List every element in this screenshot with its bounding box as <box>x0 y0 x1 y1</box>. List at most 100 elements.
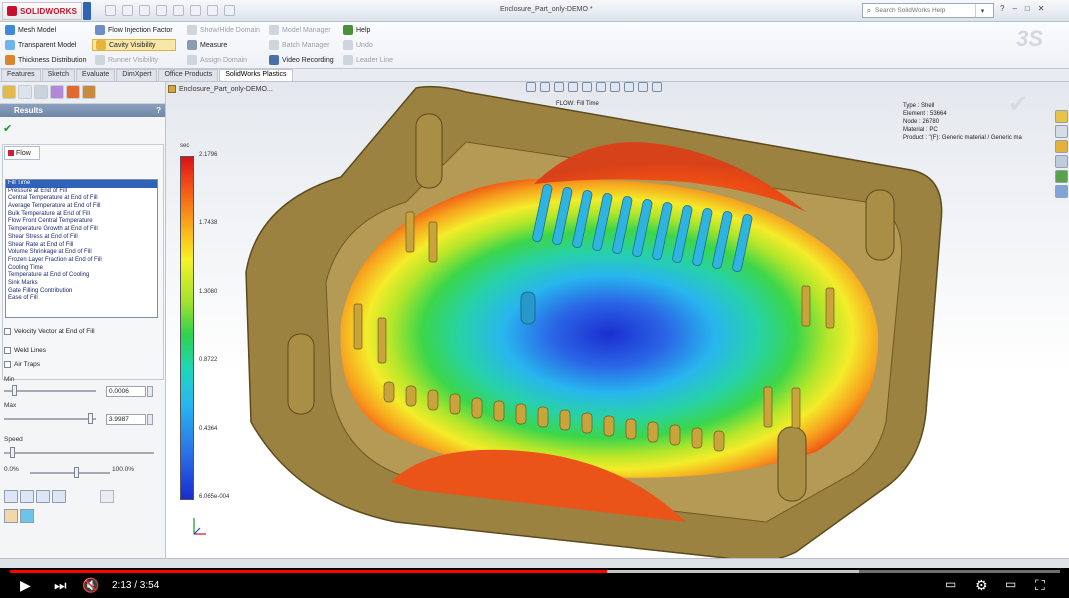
max-value-field[interactable]: 3.9987 <box>106 414 146 425</box>
previous-view-icon[interactable] <box>554 82 564 92</box>
open-icon[interactable] <box>122 5 133 16</box>
graphics-area[interactable]: Enclosure_Part_only-DEMO... FLOW: Fill T… <box>166 82 1069 568</box>
max-slider-thumb[interactable] <box>88 413 93 424</box>
runner-visibility-button[interactable]: Runner Visibility <box>92 54 176 66</box>
edit-appearance-icon[interactable] <box>624 82 634 92</box>
view-palette-icon[interactable] <box>1055 155 1068 168</box>
result-list-item[interactable]: Frozen Layer Fraction at End of Fill <box>6 257 157 265</box>
dimxpert-icon[interactable] <box>50 85 64 99</box>
property-manager-icon[interactable] <box>18 85 32 99</box>
video-progress-bar[interactable] <box>10 570 1060 573</box>
batch-manager-button[interactable]: Batch Manager <box>266 39 337 51</box>
search-dropdown-icon[interactable]: ▾ <box>975 4 989 17</box>
save-animation-icon[interactable] <box>20 509 34 523</box>
tab-dimxpert[interactable]: DimXpert <box>116 69 158 81</box>
fullscreen-icon[interactable]: ⛶ <box>1035 577 1045 594</box>
result-list-item[interactable]: Temperature Growth at End of Fill <box>6 226 157 234</box>
result-list-item[interactable]: Average Temperature at End of Fill <box>6 203 157 211</box>
result-list-item[interactable]: Fill Time <box>6 180 157 188</box>
model-manager-button[interactable]: Model Manager <box>266 24 337 36</box>
animation-progress-thumb[interactable] <box>74 467 79 478</box>
design-library-icon[interactable] <box>1055 125 1068 138</box>
plastics-manager-icon[interactable] <box>66 85 80 99</box>
theater-mode-icon[interactable]: ▭ <box>1005 577 1016 591</box>
measure-button[interactable]: Measure <box>184 39 263 51</box>
result-list-item[interactable]: Bulk Temperature at End of Fill <box>6 211 157 219</box>
custom-properties-icon[interactable] <box>1055 185 1068 198</box>
weld-lines-checkbox[interactable] <box>4 347 11 354</box>
next-icon[interactable]: ⏭ <box>54 577 67 594</box>
speed-slider-thumb[interactable] <box>10 447 15 458</box>
result-list-item[interactable]: Shear Stress at End of Fill <box>6 234 157 242</box>
zoom-to-fit-icon[interactable] <box>526 82 536 92</box>
configuration-icon[interactable] <box>34 85 48 99</box>
flow-injection-factor-button[interactable]: Flow Injection Factor <box>92 24 176 36</box>
loop-animation-icon[interactable] <box>52 490 66 503</box>
help-button[interactable]: Help <box>340 24 396 36</box>
display-manager-icon[interactable] <box>82 85 96 99</box>
select-icon[interactable] <box>190 5 201 16</box>
result-list-item[interactable]: Gate Filling Contribution <box>6 288 157 296</box>
hide-show-icon[interactable] <box>610 82 620 92</box>
section-view-icon[interactable] <box>568 82 578 92</box>
rebuild-icon[interactable] <box>207 5 218 16</box>
zoom-to-area-icon[interactable] <box>540 82 550 92</box>
file-explorer-icon[interactable] <box>1055 140 1068 153</box>
result-list-item[interactable]: Central Temperature at End of Fill <box>6 195 157 203</box>
panel-help-icon[interactable]: ? <box>156 106 161 115</box>
result-list-item[interactable]: Sink Marks <box>6 280 157 288</box>
tab-solidworks-plastics[interactable]: SolidWorks Plastics <box>219 69 293 81</box>
print-icon[interactable] <box>156 5 167 16</box>
view-settings-icon[interactable] <box>652 82 662 92</box>
tab-office-products[interactable]: Office Products <box>158 69 219 81</box>
view-orientation-icon[interactable] <box>582 82 592 92</box>
speed-slider[interactable] <box>4 447 154 458</box>
settings-gear-icon[interactable]: ⚙ <box>975 577 988 594</box>
minimize-icon[interactable]: – <box>1012 4 1016 13</box>
new-icon[interactable] <box>105 5 116 16</box>
result-list-item[interactable]: Cooling Time <box>6 265 157 273</box>
show-hide-domain-button[interactable]: Show/Hide Domain <box>184 24 263 36</box>
thickness-distribution-button[interactable]: Thickness Distribution <box>2 54 89 66</box>
max-spinner[interactable] <box>147 414 153 425</box>
mute-icon[interactable]: 🔇 <box>82 577 99 594</box>
result-list-item[interactable]: Flow Front Central Temperature <box>6 218 157 226</box>
play-animation-icon[interactable] <box>4 490 18 503</box>
tab-evaluate[interactable]: Evaluate <box>76 69 116 81</box>
confirmation-corner-check-icon[interactable]: ✔ <box>1008 90 1028 119</box>
save-icon[interactable] <box>139 5 150 16</box>
resources-icon[interactable] <box>1055 110 1068 123</box>
min-spinner[interactable] <box>147 386 153 397</box>
velocity-vector-option[interactable]: Velocity Vector at End of Fill <box>4 328 95 335</box>
air-traps-checkbox[interactable] <box>4 361 11 368</box>
export-icon[interactable] <box>100 490 114 503</box>
options-icon[interactable] <box>224 5 235 16</box>
feature-tree-node[interactable]: Enclosure_Part_only-DEMO... <box>168 85 273 93</box>
min-value-field[interactable]: 0.0006 <box>106 386 146 397</box>
video-recording-button[interactable]: Video Recording <box>266 54 337 66</box>
search-input[interactable] <box>875 7 975 14</box>
display-style-icon[interactable] <box>596 82 606 92</box>
restore-icon[interactable]: □ <box>1025 4 1030 13</box>
stop-animation-icon[interactable] <box>36 490 50 503</box>
result-list-item[interactable]: Shear Rate at End of Fill <box>6 242 157 250</box>
help-search[interactable]: ⌕ ▾ <box>862 3 994 18</box>
play-icon[interactable]: ▶ <box>20 577 31 594</box>
animation-progress-slider[interactable] <box>30 467 110 478</box>
mesh-model-button[interactable]: Mesh Model <box>2 24 89 36</box>
transparent-model-button[interactable]: Transparent Model <box>2 39 89 51</box>
results-list[interactable]: Fill Time Pressure at End of Fill Central … <box>5 179 158 318</box>
solidworks-logo[interactable]: SOLIDWORKS <box>2 2 82 20</box>
weld-lines-option[interactable]: Weld Lines <box>4 347 46 354</box>
undo-button[interactable]: Undo <box>340 39 396 51</box>
tab-flow[interactable]: Flow <box>4 146 40 160</box>
tab-sketch[interactable]: Sketch <box>41 69 76 81</box>
result-list-item[interactable]: Ease of Fill <box>6 295 157 303</box>
assign-domain-button[interactable]: Assign Domain <box>184 54 263 66</box>
tab-features[interactable]: Features <box>1 69 41 81</box>
undo-icon[interactable] <box>173 5 184 16</box>
result-list-item[interactable]: Pressure at End of Fill <box>6 188 157 196</box>
close-icon[interactable]: ✕ <box>1038 4 1045 13</box>
appearances-icon[interactable] <box>1055 170 1068 183</box>
result-list-item[interactable]: Volume Shrinkage at End of Fill <box>6 249 157 257</box>
